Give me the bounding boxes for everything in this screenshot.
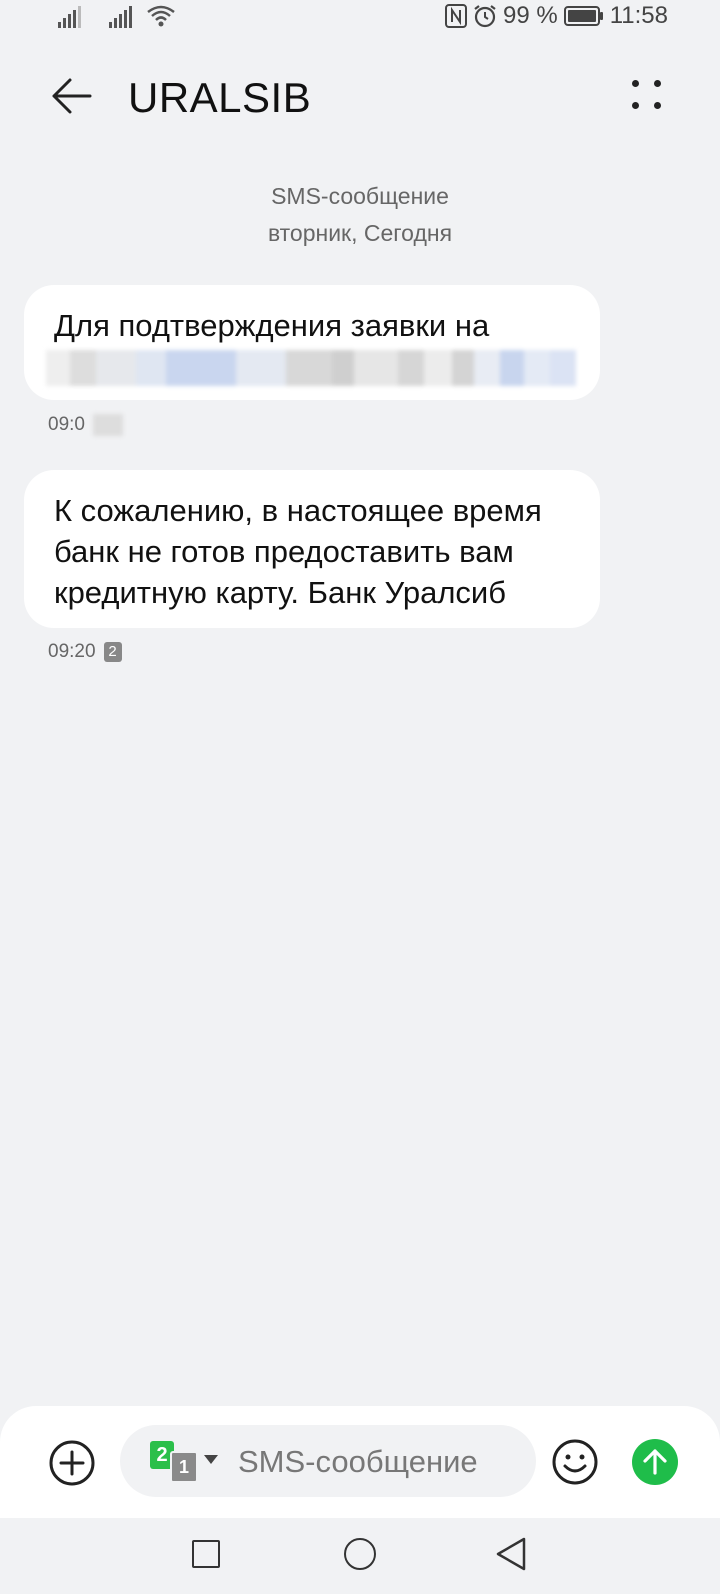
back-arrow-icon[interactable] bbox=[48, 72, 96, 120]
signal-icon bbox=[58, 6, 81, 28]
message-input-container: 2 1 bbox=[120, 1425, 536, 1497]
send-button[interactable] bbox=[632, 1439, 678, 1485]
redacted-badge bbox=[92, 414, 123, 436]
more-options-icon[interactable] bbox=[626, 72, 666, 120]
signal-indicators bbox=[58, 4, 176, 28]
message-time: 09:0 bbox=[48, 414, 123, 436]
nfc-icon bbox=[445, 4, 468, 28]
message-text: К сожалению, в настоящее время банк не г… bbox=[54, 493, 542, 610]
system-navbar bbox=[0, 1518, 720, 1594]
sim-selector[interactable]: 2 1 bbox=[150, 1441, 220, 1483]
redacted-text bbox=[46, 350, 576, 386]
message-input[interactable] bbox=[238, 1443, 518, 1481]
battery-icon bbox=[563, 6, 603, 26]
sim-badge: 2 bbox=[103, 642, 122, 662]
message-text: Для подтверждения заявки на bbox=[54, 308, 490, 343]
wifi-icon bbox=[147, 5, 175, 27]
send-icon bbox=[643, 1449, 667, 1475]
sim-icon-secondary: 1 bbox=[170, 1451, 198, 1483]
message-time-label: 09:0 bbox=[48, 414, 85, 435]
status-bar: 99 % 11:58 bbox=[0, 0, 720, 36]
message-time: 09:20 2 bbox=[48, 641, 122, 663]
battery-percent: 99 % bbox=[503, 2, 558, 29]
conversation-header: URALSIB bbox=[0, 60, 720, 140]
date-label: вторник, Сегодня bbox=[267, 220, 453, 246]
emoji-icon[interactable] bbox=[551, 1438, 599, 1486]
message-composer: 2 1 bbox=[0, 1406, 720, 1518]
back-icon[interactable] bbox=[494, 1536, 528, 1572]
alarm-icon bbox=[474, 5, 496, 28]
message-type-label: SMS-сообщение bbox=[271, 183, 449, 209]
message-bubble[interactable]: К сожалению, в настоящее время банк не г… bbox=[24, 470, 600, 628]
status-right: 99 % 11:58 bbox=[445, 2, 668, 30]
recents-icon[interactable] bbox=[192, 1540, 220, 1568]
add-icon[interactable] bbox=[48, 1439, 96, 1487]
signal-icon bbox=[109, 6, 132, 28]
contact-title: URALSIB bbox=[128, 74, 312, 121]
home-icon[interactable] bbox=[344, 1538, 376, 1570]
chevron-down-icon bbox=[204, 1455, 218, 1464]
status-time: 11:58 bbox=[609, 2, 668, 29]
message-time-label: 09:20 bbox=[48, 641, 96, 662]
